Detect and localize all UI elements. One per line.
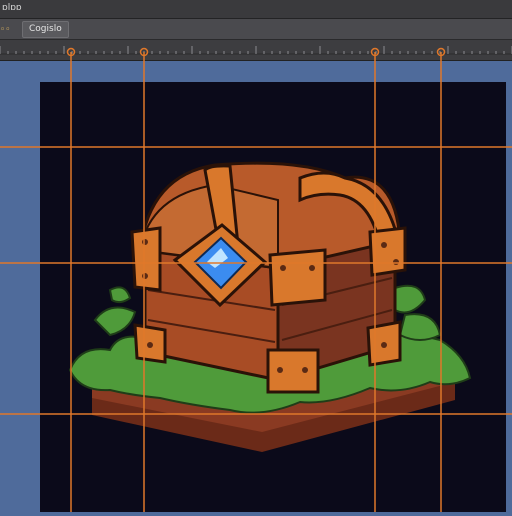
guide-lines bbox=[0, 52, 512, 512]
